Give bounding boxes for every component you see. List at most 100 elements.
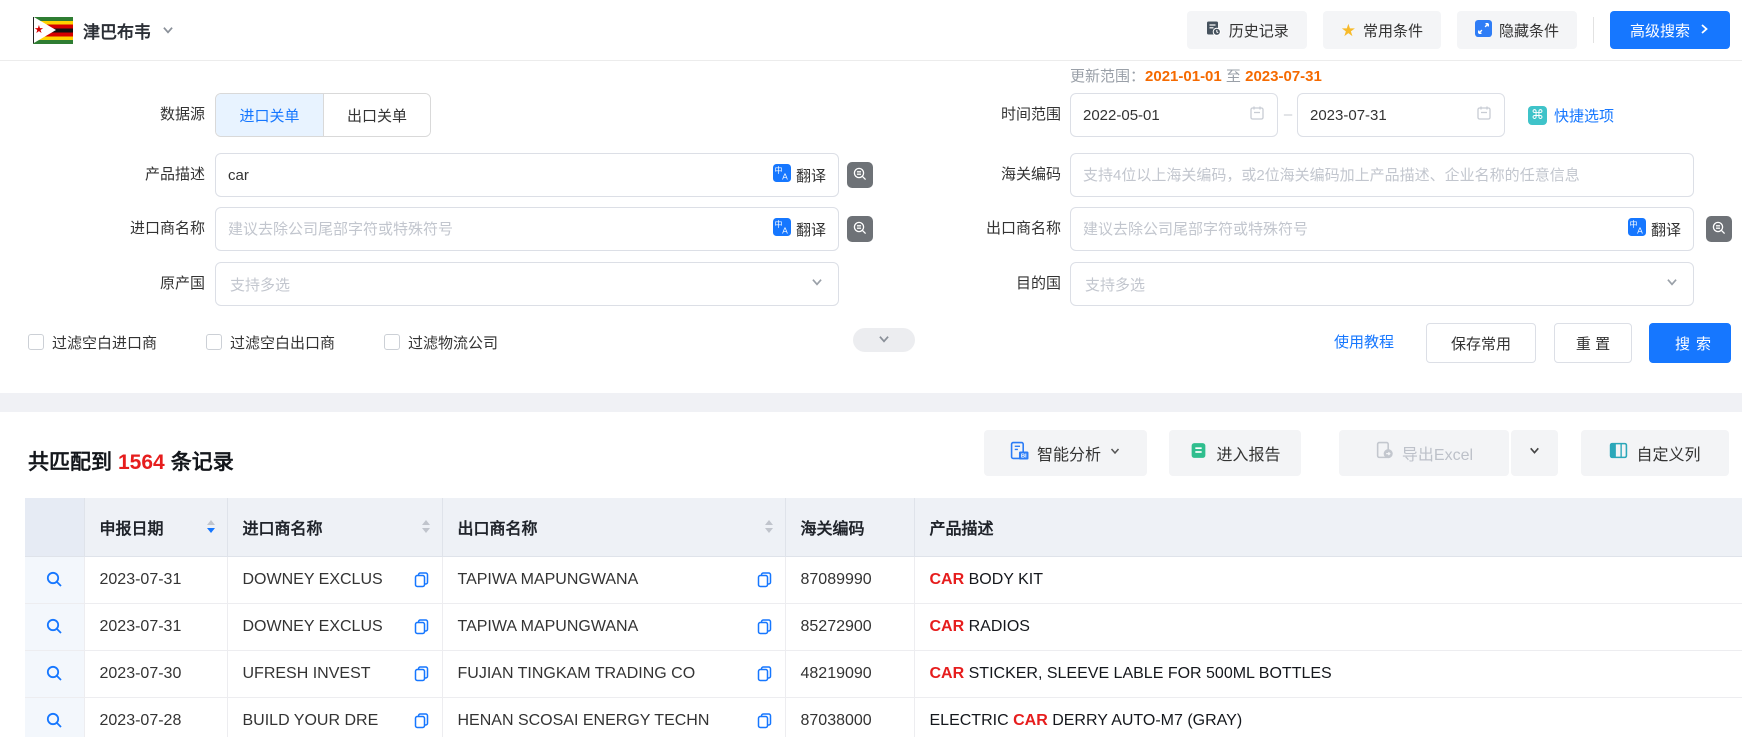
origin-country-select[interactable]: 支持多选 xyxy=(215,262,839,306)
export-options-button[interactable] xyxy=(1511,430,1558,476)
chevron-down-icon xyxy=(1109,444,1121,462)
column-header-exporter[interactable]: 出口商名称 xyxy=(442,498,785,556)
hs-code-input[interactable] xyxy=(1083,167,1681,184)
exporter-field[interactable]: 中A 翻译 xyxy=(1070,207,1694,251)
copy-icon xyxy=(756,618,773,635)
view-detail-button[interactable] xyxy=(45,570,64,589)
reset-button[interactable]: 重 置 xyxy=(1554,323,1632,363)
cell-product-desc: CAR STICKER, SLEEVE LABLE FOR 500ML BOTT… xyxy=(914,650,1742,697)
fuzzy-search-toggle[interactable] xyxy=(847,216,873,242)
copy-button[interactable] xyxy=(413,571,430,588)
translate-button[interactable]: 中A 翻译 xyxy=(773,164,826,186)
importer-name: DOWNEY EXCLUS xyxy=(243,618,383,636)
fuzzy-search-toggle[interactable] xyxy=(847,162,873,188)
column-header-date[interactable]: 申报日期 xyxy=(84,498,227,556)
magnifier-icon xyxy=(45,711,64,730)
copy-icon xyxy=(413,618,430,635)
copy-button[interactable] xyxy=(756,618,773,635)
cell-date: 2023-07-30 xyxy=(84,650,227,697)
desc-highlight: CAR xyxy=(930,618,965,635)
calendar-icon xyxy=(1476,105,1492,125)
tab-import-declarations[interactable]: 进口关单 xyxy=(216,94,323,136)
copy-button[interactable] xyxy=(756,712,773,729)
country-selector[interactable]: ★ 津巴布韦 xyxy=(33,17,175,44)
translate-icon: 中A xyxy=(773,218,791,240)
count-prefix: 共匹配到 xyxy=(28,451,112,474)
history-button[interactable]: 历史记录 xyxy=(1187,11,1307,49)
zimbabwe-flag-icon: ★ xyxy=(33,17,73,44)
exporter-name: TAPIWA MAPUNGWANA xyxy=(458,571,639,589)
copy-button[interactable] xyxy=(756,571,773,588)
save-favorite-button[interactable]: 保存常用 xyxy=(1426,323,1536,363)
data-source-tabs: 进口关单 出口关单 xyxy=(215,93,431,137)
svg-text:A: A xyxy=(782,172,788,182)
copy-icon xyxy=(413,712,430,729)
results-table: 申报日期 进口商名称 出口商名称 海关编码 xyxy=(0,498,1742,737)
star-icon: ★ xyxy=(1341,22,1356,39)
date-from-input[interactable] xyxy=(1083,107,1241,124)
advanced-search-button[interactable]: 高级搜索 xyxy=(1610,11,1730,49)
column-header-product-desc: 产品描述 xyxy=(914,498,1742,556)
translate-label: 翻译 xyxy=(1651,219,1681,240)
filter-blank-importer-checkbox[interactable]: 过滤空白进口商 xyxy=(28,330,157,354)
topbar: ★ 津巴布韦 历史记录 ★ 常用条件 隐藏条件 高级搜索 xyxy=(0,0,1742,61)
export-excel-button[interactable]: 导出Excel xyxy=(1339,430,1509,476)
hide-conditions-button[interactable]: 隐藏条件 xyxy=(1457,11,1577,49)
update-range: 更新范围：2021-01-01 至 2023-07-31 xyxy=(1070,65,1322,89)
enter-report-button[interactable]: 进入报告 xyxy=(1169,430,1301,476)
cell-product-desc: ELECTRIC CAR DERRY AUTO-M7 (GRAY) xyxy=(914,697,1742,737)
product-desc-field[interactable]: 中A 翻译 xyxy=(215,153,839,197)
translate-icon: 中A xyxy=(773,164,791,186)
chevron-down-icon xyxy=(810,275,824,293)
origin-country-placeholder: 支持多选 xyxy=(230,274,810,295)
search-button[interactable]: 搜索 xyxy=(1649,323,1731,363)
update-range-label: 更新范围： xyxy=(1070,68,1145,85)
fuzzy-search-icon xyxy=(852,220,868,239)
product-desc-input[interactable] xyxy=(228,167,765,184)
view-detail-button[interactable] xyxy=(45,617,64,636)
translate-label: 翻译 xyxy=(796,219,826,240)
copy-button[interactable] xyxy=(413,665,430,682)
importer-input[interactable] xyxy=(228,221,765,238)
export-excel-label: 导出Excel xyxy=(1402,441,1473,465)
fuzzy-search-toggle[interactable] xyxy=(1706,216,1732,242)
exporter-name: FUJIAN TINGKAM TRADING CO xyxy=(458,665,696,683)
view-detail-button[interactable] xyxy=(45,711,64,730)
copy-button[interactable] xyxy=(413,618,430,635)
translate-button[interactable]: 中A 翻译 xyxy=(1628,218,1681,240)
quick-options-link[interactable]: ⌘ 快捷选项 xyxy=(1528,93,1614,137)
favorites-button[interactable]: ★ 常用条件 xyxy=(1323,11,1441,49)
svg-text:A: A xyxy=(782,226,788,236)
hs-code-field[interactable] xyxy=(1070,153,1694,197)
fuzzy-search-icon xyxy=(852,166,868,185)
copy-button[interactable] xyxy=(413,712,430,729)
copy-button[interactable] xyxy=(756,665,773,682)
table-header-row: 申报日期 进口商名称 出口商名称 海关编码 xyxy=(25,498,1742,556)
chevron-down-icon xyxy=(161,23,175,37)
date-from-field[interactable] xyxy=(1070,93,1278,137)
filter-logistics-label: 过滤物流公司 xyxy=(408,332,498,353)
view-detail-button[interactable] xyxy=(45,664,64,683)
sort-date-control[interactable] xyxy=(207,520,215,533)
columns-icon xyxy=(1609,441,1628,465)
filter-logistics-checkbox[interactable]: 过滤物流公司 xyxy=(384,330,498,354)
sort-exporter-control[interactable] xyxy=(765,520,773,533)
filter-blank-exporter-checkbox[interactable]: 过滤空白出口商 xyxy=(206,330,335,354)
custom-columns-button[interactable]: 自定义列 xyxy=(1581,430,1729,476)
hs-code-label: 海关编码 xyxy=(880,153,1061,197)
collapse-form-button[interactable] xyxy=(853,328,915,352)
column-header-importer[interactable]: 进口商名称 xyxy=(227,498,442,556)
smart-analysis-button[interactable]: BI 智能分析 xyxy=(984,430,1147,476)
dest-country-select[interactable]: 支持多选 xyxy=(1070,262,1694,306)
desc-suffix: DERRY AUTO-M7 (GRAY) xyxy=(1048,712,1242,729)
column-header-hs-code: 海关编码 xyxy=(785,498,914,556)
exporter-input[interactable] xyxy=(1083,221,1620,238)
importer-field[interactable]: 中A 翻译 xyxy=(215,207,839,251)
translate-button[interactable]: 中A 翻译 xyxy=(773,218,826,240)
tutorial-link[interactable]: 使用教程 xyxy=(1334,323,1394,363)
date-to-field[interactable] xyxy=(1297,93,1505,137)
tab-export-declarations[interactable]: 出口关单 xyxy=(323,94,430,136)
date-to-input[interactable] xyxy=(1310,107,1468,124)
product-desc-label: 产品描述 xyxy=(25,153,205,197)
sort-importer-control[interactable] xyxy=(422,520,430,533)
